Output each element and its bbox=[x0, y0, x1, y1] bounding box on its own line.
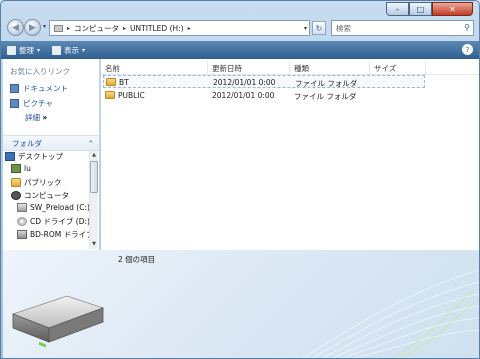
chevron-down-icon: ▾ bbox=[82, 46, 86, 54]
tree-item-user[interactable]: lu bbox=[11, 164, 31, 173]
more-label: 詳細 bbox=[25, 113, 40, 122]
navigation-scrollbar[interactable]: ▲ ▼ bbox=[89, 151, 98, 249]
more-links[interactable]: 詳細 » bbox=[25, 112, 47, 123]
folder-icon bbox=[105, 91, 115, 99]
tree-item-label: CD ドライブ (D:) bbox=[30, 217, 90, 226]
views-button[interactable]: 表示 ▾ bbox=[46, 45, 91, 56]
back-button[interactable]: ◀ bbox=[7, 19, 24, 36]
item-count: 2 個の項目 bbox=[118, 255, 156, 264]
hard-drive-icon bbox=[17, 203, 27, 212]
breadcrumb-separator-icon[interactable]: ▸ bbox=[188, 25, 191, 32]
column-size[interactable]: サイズ bbox=[374, 63, 396, 74]
close-button[interactable]: ✕ bbox=[432, 2, 473, 16]
details-pane: 2 個の項目 bbox=[3, 250, 479, 358]
breadcrumb-separator-icon[interactable]: ▸ bbox=[67, 25, 70, 32]
folder-icon bbox=[106, 78, 116, 86]
cd-drive-icon bbox=[17, 217, 27, 226]
computer-icon bbox=[11, 191, 21, 200]
search-placeholder: 検索 bbox=[336, 23, 351, 33]
caption-buttons: – □ ✕ bbox=[386, 2, 473, 16]
refresh-button[interactable]: ↻ bbox=[312, 21, 326, 35]
tree-item-label: BD-ROM ドライブ bbox=[30, 230, 94, 239]
favorite-documents[interactable]: ドキュメント bbox=[10, 83, 68, 94]
file-date: 2012/01/01 0:00 bbox=[212, 91, 275, 100]
organize-label: 整理 bbox=[19, 45, 34, 55]
minimize-button[interactable]: – bbox=[386, 2, 409, 16]
file-date: 2012/01/01 0:00 bbox=[213, 78, 276, 87]
folders-header[interactable]: フォルダ ⌃ bbox=[3, 135, 99, 151]
forward-button[interactable]: ▶ bbox=[24, 19, 41, 36]
column-name[interactable]: 名前 bbox=[105, 63, 120, 74]
pictures-icon bbox=[10, 99, 19, 108]
double-chevron-icon: » bbox=[42, 113, 48, 122]
bd-drive-icon bbox=[17, 230, 27, 239]
address-dropdown-icon[interactable]: ▾ bbox=[304, 25, 307, 32]
chevron-up-icon: ⌃ bbox=[87, 138, 94, 148]
views-icon bbox=[52, 45, 62, 55]
breadcrumb-drive[interactable]: UNTITLED (H:) bbox=[130, 24, 184, 33]
file-type: ファイル フォルダ bbox=[295, 79, 358, 88]
chevron-down-icon: ▾ bbox=[37, 46, 41, 54]
tree-item-public[interactable]: パブリック bbox=[11, 177, 62, 188]
documents-icon bbox=[10, 84, 19, 93]
tree-item-label: SW_Preload (C:) bbox=[30, 203, 90, 212]
organize-icon bbox=[7, 45, 16, 55]
column-divider[interactable] bbox=[289, 61, 290, 74]
breadcrumb-computer[interactable]: コンピュータ bbox=[74, 23, 119, 34]
drive-icon bbox=[54, 24, 63, 32]
explorer-window: – □ ✕ ◀ ▶ ▾ ▸ コンピュータ ▸ UNTITLED (H:) ▸ ▾… bbox=[0, 0, 480, 359]
hard-drive-icon bbox=[11, 295, 105, 348]
favorite-label: ピクチャ bbox=[23, 99, 53, 108]
tree-item-label: デスクトップ bbox=[18, 152, 63, 161]
file-type: ファイル フォルダ bbox=[294, 92, 357, 101]
tree-item-label: パブリック bbox=[24, 178, 62, 187]
scroll-down-icon[interactable]: ▼ bbox=[90, 240, 98, 249]
user-folder-icon bbox=[11, 164, 21, 173]
file-row[interactable]: PUBLIC 2012/01/01 0:00 ファイル フォルダ bbox=[103, 89, 425, 102]
views-label: 表示 bbox=[64, 45, 80, 55]
scroll-up-icon[interactable]: ▲ bbox=[90, 151, 98, 160]
address-bar[interactable]: ▸ コンピュータ ▸ UNTITLED (H:) ▸ ▾ bbox=[49, 20, 310, 36]
column-headers: 名前 更新日時 種類 サイズ bbox=[101, 61, 479, 75]
file-list: 名前 更新日時 種類 サイズ BT 2012/01/01 0:00 ファイル フ… bbox=[101, 59, 479, 250]
desktop-icon bbox=[5, 152, 15, 161]
tree-item-bd-rom[interactable]: BD-ROM ドライブ bbox=[17, 229, 94, 240]
favorite-pictures[interactable]: ピクチャ bbox=[10, 98, 53, 109]
column-date-modified[interactable]: 更新日時 bbox=[212, 63, 242, 74]
search-icon[interactable]: ⚲ bbox=[464, 23, 470, 32]
column-divider[interactable] bbox=[425, 61, 426, 74]
organize-button[interactable]: 整理 ▾ bbox=[1, 45, 46, 56]
tree-item-computer[interactable]: コンピュータ bbox=[11, 190, 69, 201]
command-bar: 整理 ▾ 表示 ▾ ? bbox=[1, 41, 479, 59]
navigation-bar: ◀ ▶ ▾ ▸ コンピュータ ▸ UNTITLED (H:) ▸ ▾ ↻ 検索 … bbox=[1, 18, 479, 38]
favorite-label: ドキュメント bbox=[23, 84, 68, 93]
maximize-button[interactable]: □ bbox=[409, 2, 432, 16]
recent-pages-dropdown[interactable]: ▾ bbox=[43, 23, 46, 30]
refresh-icon: ↻ bbox=[315, 23, 323, 33]
column-type[interactable]: 種類 bbox=[294, 63, 309, 74]
file-row[interactable]: BT 2012/01/01 0:00 ファイル フォルダ bbox=[103, 75, 425, 88]
forward-arrow-icon: ▶ bbox=[29, 22, 36, 33]
breadcrumb-separator-icon[interactable]: ▸ bbox=[123, 25, 126, 32]
column-divider[interactable] bbox=[369, 61, 370, 74]
folders-label: フォルダ bbox=[12, 138, 42, 148]
tree-item-drive-d[interactable]: CD ドライブ (D:) bbox=[17, 216, 90, 227]
search-input[interactable]: 検索 ⚲ bbox=[331, 20, 474, 36]
tree-item-desktop[interactable]: デスクトップ bbox=[5, 151, 63, 162]
help-button[interactable]: ? bbox=[462, 44, 473, 55]
tree-item-label: lu bbox=[24, 164, 31, 173]
scroll-thumb[interactable] bbox=[90, 161, 98, 193]
navigation-pane: お気に入りリンク ドキュメント ピクチャ 詳細 » フォルダ ⌃ デスクトップ … bbox=[3, 59, 100, 250]
folder-icon bbox=[11, 178, 21, 187]
tree-item-label: コンピュータ bbox=[24, 191, 69, 200]
column-divider[interactable] bbox=[207, 61, 208, 74]
back-arrow-icon: ◀ bbox=[12, 22, 19, 33]
file-name: BT bbox=[119, 78, 129, 87]
tree-item-drive-c[interactable]: SW_Preload (C:) bbox=[17, 203, 90, 212]
file-name: PUBLIC bbox=[118, 91, 145, 100]
favorite-links-header: お気に入りリンク bbox=[10, 67, 70, 76]
